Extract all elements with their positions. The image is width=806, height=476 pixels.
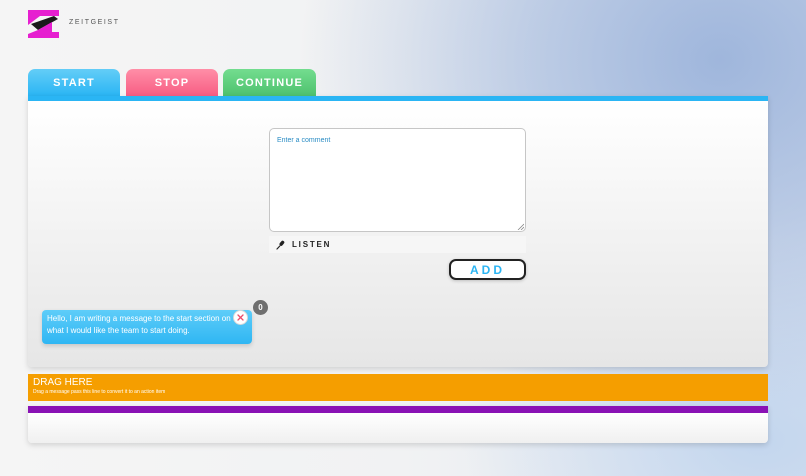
drag-here-dropzone[interactable]: DRAG HERE Drag a message pass this line … <box>28 374 768 401</box>
note-card[interactable]: Hello, I am writing a message to the sta… <box>42 310 252 344</box>
tab-stop[interactable]: STOP <box>126 69 218 96</box>
resize-grip-icon[interactable] <box>517 223 524 230</box>
tab-continue[interactable]: CONTINUE <box>223 69 316 96</box>
listen-button[interactable]: LISTEN <box>269 236 526 253</box>
listen-label: LISTEN <box>292 240 332 249</box>
note-text: Hello, I am writing a message to the sta… <box>47 314 231 335</box>
add-button[interactable]: ADD <box>449 259 526 280</box>
note-vote-count[interactable]: 0 <box>253 300 268 315</box>
note-delete-button[interactable] <box>233 310 248 325</box>
comment-input[interactable] <box>269 128 526 232</box>
zeitgeist-logo-icon <box>28 10 59 38</box>
action-items-panel <box>28 406 768 443</box>
drag-title: DRAG HERE <box>33 377 93 388</box>
drag-subtitle: Drag a message pass this line to convert… <box>33 389 166 395</box>
microphone-icon <box>276 240 285 250</box>
tab-start[interactable]: START <box>28 69 120 96</box>
close-icon <box>237 314 244 321</box>
start-section-panel: LISTEN ADD Hello, I am writing a message… <box>28 96 768 367</box>
brand-name: ZEITGEIST <box>69 19 120 26</box>
